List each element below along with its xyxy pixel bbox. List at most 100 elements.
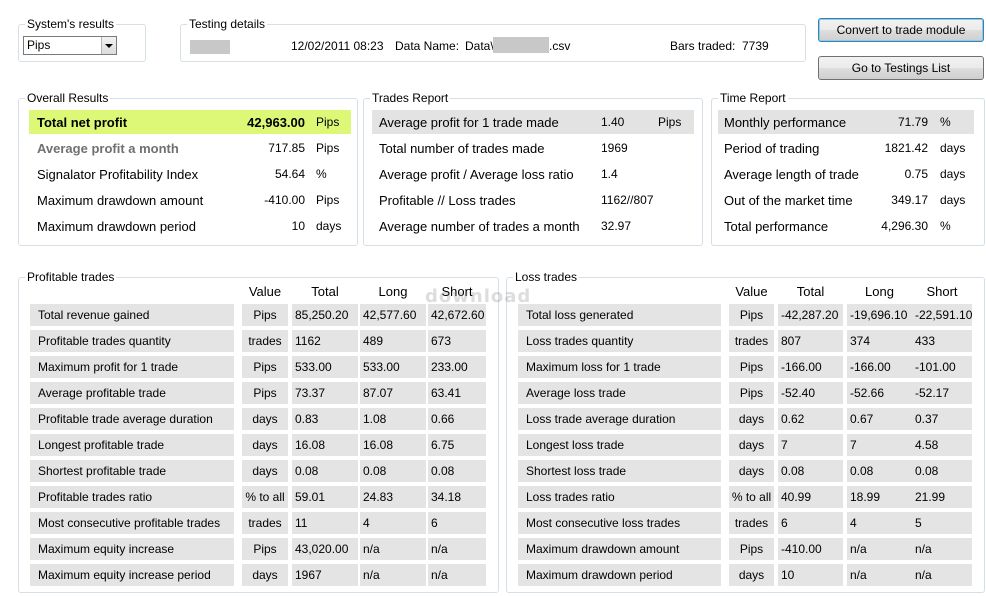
cell-short: 0.66 [428, 408, 486, 430]
cell-short: 0.08 [912, 460, 972, 482]
cell-label: Total loss generated [518, 304, 721, 326]
time-row-label: Monthly performance [724, 115, 847, 130]
results-unit-dropdown[interactable]: Pips [23, 36, 117, 55]
trades-report-group: Trades Report Average profit for 1 trade… [363, 91, 703, 246]
cell-short: -52.17 [912, 382, 972, 404]
time-row-label: Total performance [724, 219, 829, 234]
cell-unit: days [242, 564, 288, 586]
cell-long: 533.00 [360, 356, 426, 378]
cell-total: -52.40 [778, 382, 843, 404]
trades-row-value: 1.4 [601, 167, 618, 181]
cell-label: Most consecutive profitable trades [30, 512, 234, 534]
cell-short: n/a [428, 538, 486, 560]
cell-label: Profitable trades quantity [30, 330, 234, 352]
time-row-label: Average length of trade [724, 167, 859, 182]
cell-total: 59.01 [292, 486, 358, 508]
cell-long: 1.08 [360, 408, 426, 430]
cell-label: Maximum loss for 1 trade [518, 356, 721, 378]
time-row-value: 4,296.30 [881, 219, 928, 233]
cell-short: 63.41 [428, 382, 486, 404]
convert-to-trade-module-button[interactable]: Convert to trade module [818, 18, 984, 42]
chevron-down-icon[interactable] [101, 37, 116, 54]
time-row-unit: days [940, 167, 966, 181]
cell-unit: days [242, 460, 288, 482]
time-row-unit: % [940, 219, 951, 233]
redacted-filename [493, 37, 549, 53]
bars-traded-value: 7739 [742, 39, 769, 53]
cell-long: 0.67 [847, 408, 912, 430]
cell-unit: days [729, 434, 774, 456]
cell-total: 0.08 [292, 460, 358, 482]
overall-row-unit: % [316, 167, 327, 181]
cell-short: 673 [428, 330, 486, 352]
go-to-testings-list-button[interactable]: Go to Testings List [818, 56, 984, 80]
cell-label: Profitable trade average duration [30, 408, 234, 430]
cell-total: 85,250.20 [292, 304, 358, 326]
column-header: Total [796, 284, 825, 299]
systems-results-title: System's results [25, 17, 116, 31]
cell-label: Shortest loss trade [518, 460, 721, 482]
cell-label: Maximum equity increase [30, 538, 234, 560]
cell-short: 433 [912, 330, 972, 352]
trades-row-label: Average profit for 1 trade made [379, 115, 559, 130]
cell-label: Average profitable trade [30, 382, 234, 404]
cell-total: 6 [778, 512, 843, 534]
time-row-value: 71.79 [897, 115, 928, 129]
cell-long: n/a [847, 538, 912, 560]
cell-unit: trades [729, 512, 774, 534]
cell-label: Loss trade average duration [518, 408, 721, 430]
trades-report-title: Trades Report [370, 91, 451, 105]
cell-total: 1162 [292, 330, 358, 352]
trades-row-value: 32.97 [601, 219, 632, 233]
cell-unit: Pips [242, 304, 288, 326]
cell-short: n/a [912, 538, 972, 560]
cell-label: Longest profitable trade [30, 434, 234, 456]
overall-row-label: Total net profit [37, 115, 128, 130]
cell-total: 0.08 [778, 460, 843, 482]
column-header: Short [926, 284, 958, 299]
cell-long: 7 [847, 434, 912, 456]
test-date: 12/02/2011 08:23 [291, 39, 384, 53]
overall-row-value: -410.00 [264, 193, 305, 207]
time-row-label: Period of trading [724, 141, 820, 156]
cell-label: Maximum drawdown amount [518, 538, 721, 560]
cell-long: 0.08 [360, 460, 426, 482]
column-header: Long [865, 284, 894, 299]
cell-label: Loss trades quantity [518, 330, 721, 352]
cell-short: 233.00 [428, 356, 486, 378]
data-name-label: Data Name: [395, 39, 460, 53]
cell-label: Longest loss trade [518, 434, 721, 456]
cell-unit: Pips [729, 304, 774, 326]
cell-total: 16.08 [292, 434, 358, 456]
trades-row-value: 1162//807 [601, 193, 654, 207]
cell-long: 489 [360, 330, 426, 352]
cell-long: 4 [847, 512, 912, 534]
cell-unit: Pips [242, 538, 288, 560]
overall-results-group: Overall Results Total net profit 42,963.… [18, 91, 358, 246]
cell-label: Loss trades ratio [518, 486, 721, 508]
cell-short: -22,591.10 [912, 304, 972, 326]
cell-short: 4.58 [912, 434, 972, 456]
data-name-prefix: Data\ [465, 39, 494, 53]
cell-total: -410.00 [778, 538, 843, 560]
cell-short: n/a [912, 564, 972, 586]
trades-row-label: Total number of trades made [379, 141, 545, 156]
overall-row-value: 10 [291, 219, 305, 233]
systems-results-group: System's results Pips [18, 17, 146, 62]
cell-total: 43,020.00 [292, 538, 358, 560]
time-report-title: Time Report [718, 91, 788, 105]
cell-long: -19,696.10 [847, 304, 912, 326]
profitable-trades-group: Profitable trades Value Total Long Short Tot… [18, 270, 499, 593]
cell-short: 42,672.60 [428, 304, 486, 326]
cell-unit: days [729, 460, 774, 482]
cell-long: -166.00 [847, 356, 912, 378]
cell-short: n/a [428, 564, 486, 586]
cell-total: -166.00 [778, 356, 843, 378]
time-row-value: 1821.42 [884, 141, 928, 155]
overall-row-unit: Pips [316, 141, 340, 155]
cell-total: 7 [778, 434, 843, 456]
trades-row-label: Average profit / Average loss ratio [379, 167, 574, 182]
column-header: Value [248, 284, 282, 299]
column-header: Long [378, 284, 408, 299]
cell-unit: days [242, 434, 288, 456]
